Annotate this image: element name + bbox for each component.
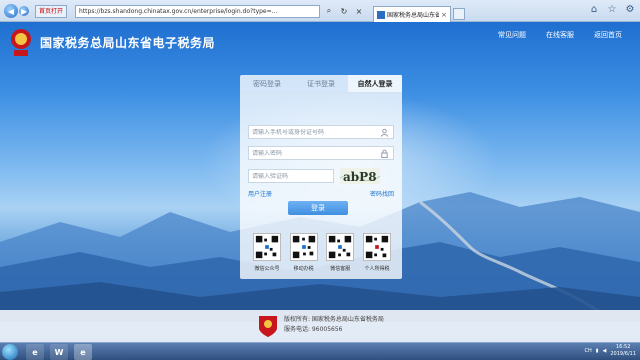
network-icon[interactable]: ▮ [596, 348, 599, 354]
qr-mobile-tax[interactable]: 移动办税 [289, 233, 319, 272]
clock-date: 2019/6/11 [610, 351, 636, 357]
lock-icon [381, 149, 388, 158]
login-button[interactable]: 登录 [288, 201, 348, 215]
qr-caption: 微信公众号 [254, 266, 280, 272]
tab-close-icon[interactable]: × [441, 11, 447, 19]
online-service-link[interactable]: 在线客服 [546, 30, 574, 40]
footer-info: 版权所有: 国家税务总局山东省税务局 服务电话: 96005656 [284, 315, 384, 335]
qr-caption: 微信客服 [330, 266, 351, 272]
qr-wechat-official[interactable]: 微信公众号 [252, 233, 282, 272]
search-icon[interactable]: ⌕ [323, 5, 335, 17]
qr-code-icon [326, 233, 355, 261]
faq-link[interactable]: 常见问题 [498, 30, 526, 40]
tab-title: 国家税务总局山东省电子税... [387, 12, 439, 19]
user-icon [380, 128, 389, 137]
tax-emblem-icon [259, 316, 277, 337]
taskbar-word-icon[interactable]: W [50, 344, 68, 360]
page-content: 国家税务总局山东省电子税务局 常见问题 在线客服 返回首页 密码登录 证书登录 … [0, 22, 640, 342]
qr-caption: 移动办税 [293, 266, 314, 272]
volume-icon[interactable]: ◀ [603, 348, 607, 354]
tab-favicon-icon [377, 10, 386, 19]
favorites-button[interactable]: 首页打开 [35, 4, 68, 18]
back-icon[interactable]: ◀ [4, 4, 18, 18]
password-field [248, 146, 394, 160]
forgot-password-link[interactable]: 密码找回 [370, 189, 394, 198]
back-home-link[interactable]: 返回首页 [594, 30, 622, 40]
account-field [248, 125, 394, 139]
browser-toolbar-right: ⌂ ☆ ⚙ [588, 4, 636, 16]
gear-icon[interactable]: ⚙ [624, 4, 636, 16]
windows-taskbar: e W e CH ▮ ◀ 16:52 2019/6/11 [0, 342, 640, 360]
taskbar-ie-icon[interactable]: e [26, 344, 44, 360]
qr-caption: 个人所得税 [364, 266, 390, 272]
clock[interactable]: 16:52 2019/6/11 [610, 344, 636, 358]
top-nav: 常见问题 在线客服 返回首页 [498, 30, 622, 40]
qr-code-icon [289, 233, 318, 261]
tax-emblem-icon[interactable] [10, 28, 32, 58]
captcha-input[interactable] [252, 172, 332, 180]
browser-tab[interactable]: 国家税务总局山东省电子税... × [373, 6, 452, 22]
qr-code-icon [362, 233, 391, 261]
tab-certificate-login[interactable]: 证书登录 [294, 75, 348, 92]
captcha-image[interactable]: abP8 [340, 168, 380, 184]
site-title: 国家税务总局山东省电子税务局 [40, 36, 216, 50]
close-icon[interactable]: × [353, 5, 365, 17]
star-icon[interactable]: ☆ [606, 4, 618, 16]
taskbar-browser-icon[interactable]: e [74, 344, 92, 360]
copyright-text: 版权所有: 国家税务总局山东省税务局 [284, 316, 384, 323]
clock-time: 16:52 [615, 344, 631, 350]
tab-natural-person-login[interactable]: 自然人登录 [348, 75, 402, 92]
browser-chrome: ◀ ▶ 首页打开 https://bzs.shandong.chinatax.g… [0, 0, 640, 22]
password-input[interactable] [252, 149, 372, 157]
captcha-field [248, 169, 334, 183]
account-input[interactable] [252, 128, 372, 136]
system-tray: CH ▮ ◀ 16:52 2019/6/11 [584, 344, 636, 358]
new-tab-button[interactable] [453, 8, 466, 20]
tab-password-login[interactable]: 密码登录 [240, 75, 294, 92]
input-method-indicator[interactable]: CH [584, 348, 591, 354]
qr-code-row: 微信公众号 移动办税 微信客服 个人所得税 [252, 233, 392, 272]
qr-wechat-service[interactable]: 微信客服 [325, 233, 355, 272]
url-text: https://bzs.shandong.chinatax.gov.cn/ent… [79, 7, 278, 15]
qr-personal-tax[interactable]: 个人所得税 [362, 233, 392, 272]
address-row: ◀ ▶ 首页打开 https://bzs.shandong.chinatax.g… [0, 0, 640, 22]
qr-code-icon [253, 233, 281, 261]
start-button[interactable] [2, 344, 18, 360]
service-phone-text: 服务电话: 96005656 [284, 326, 343, 333]
login-links: 用户注册 密码找回 [248, 189, 394, 198]
register-link[interactable]: 用户注册 [248, 189, 272, 198]
address-bar[interactable]: https://bzs.shandong.chinatax.gov.cn/ent… [75, 4, 321, 18]
login-tabs: 密码登录 证书登录 自然人登录 [240, 75, 402, 93]
refresh-icon[interactable]: ↻ [338, 5, 350, 17]
captcha-text: abP8 [343, 170, 377, 184]
login-panel: 密码登录 证书登录 自然人登录 abP8 用户注册 密码找回 登录 [240, 75, 402, 279]
site-header: 国家税务总局山东省电子税务局 常见问题 在线客服 返回首页 [0, 22, 640, 66]
forward-icon[interactable]: ▶ [19, 6, 29, 16]
site-footer: 版权所有: 国家税务总局山东省税务局 服务电话: 96005656 [0, 310, 640, 342]
home-icon[interactable]: ⌂ [588, 4, 600, 16]
